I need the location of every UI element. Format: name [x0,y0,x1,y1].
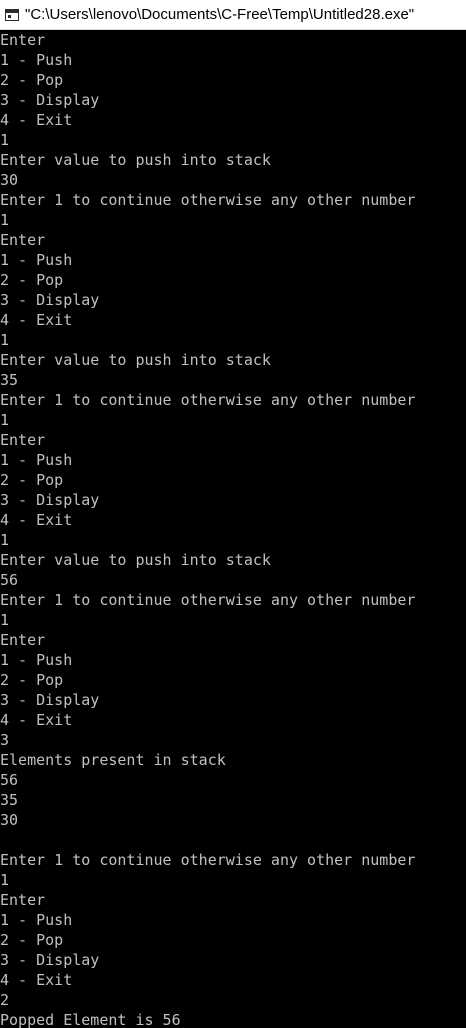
console-line: 1 - Push [0,911,73,929]
console-line: 3 [0,731,10,749]
console-line: Elements present in stack [0,751,226,769]
console-line: 30 [0,171,19,189]
console-line: Enter [0,31,46,49]
console-line: 4 - Exit [0,111,73,129]
console-line: 1 - Push [0,651,73,669]
console-line: Enter value to push into stack [0,351,271,369]
console-line: 1 - Push [0,251,73,269]
console-line: 4 - Exit [0,711,73,729]
console-output[interactable]: Enter 1 - Push 2 - Pop 3 - Display 4 - Exit 1… [0,30,466,1028]
console-line: Popped Element is 56 [0,1011,181,1028]
console-line: 56 [0,771,19,789]
window-titlebar[interactable]: "C:\Users\lenovo\Documents\C-Free\Temp\U… [0,0,466,30]
console-line: 3 - Display [0,91,100,109]
console-line: 2 - Pop [0,471,64,489]
console-line: 1 [0,871,10,889]
console-line: Enter 1 to continue otherwise any other … [0,851,416,869]
console-line: 4 - Exit [0,971,73,989]
console-line: Enter 1 to continue otherwise any other … [0,191,416,209]
console-line: Enter value to push into stack [0,151,271,169]
console-line: 1 [0,331,10,349]
console-line: 1 [0,131,10,149]
console-line: 1 [0,611,10,629]
console-line: 2 - Pop [0,71,64,89]
console-line: 35 [0,371,19,389]
console-line: 1 [0,411,10,429]
console-line: 56 [0,571,19,589]
console-line: Enter [0,631,46,649]
console-line: 1 - Push [0,451,73,469]
console-line: 3 - Display [0,951,100,969]
console-line: 2 [0,991,10,1009]
console-line: Enter 1 to continue otherwise any other … [0,591,416,609]
console-line: 2 - Pop [0,931,64,949]
console-line: 3 - Display [0,491,100,509]
console-line: 30 [0,811,19,829]
console-line: 2 - Pop [0,671,64,689]
console-line: 1 [0,531,10,549]
console-line: 4 - Exit [0,511,73,529]
console-line: 35 [0,791,19,809]
console-line: Enter [0,891,46,909]
console-line: 1 - Push [0,51,73,69]
console-line: Enter value to push into stack [0,551,271,569]
console-line: 3 - Display [0,691,100,709]
console-line: 4 - Exit [0,311,73,329]
console-line: Enter 1 to continue otherwise any other … [0,391,416,409]
window-title: "C:\Users\lenovo\Documents\C-Free\Temp\U… [25,6,415,23]
console-line: Enter [0,231,46,249]
console-window-icon [5,8,19,21]
console-line: 1 [0,211,10,229]
console-line: 2 - Pop [0,271,64,289]
console-line: 3 - Display [0,291,100,309]
console-line: Enter [0,431,46,449]
